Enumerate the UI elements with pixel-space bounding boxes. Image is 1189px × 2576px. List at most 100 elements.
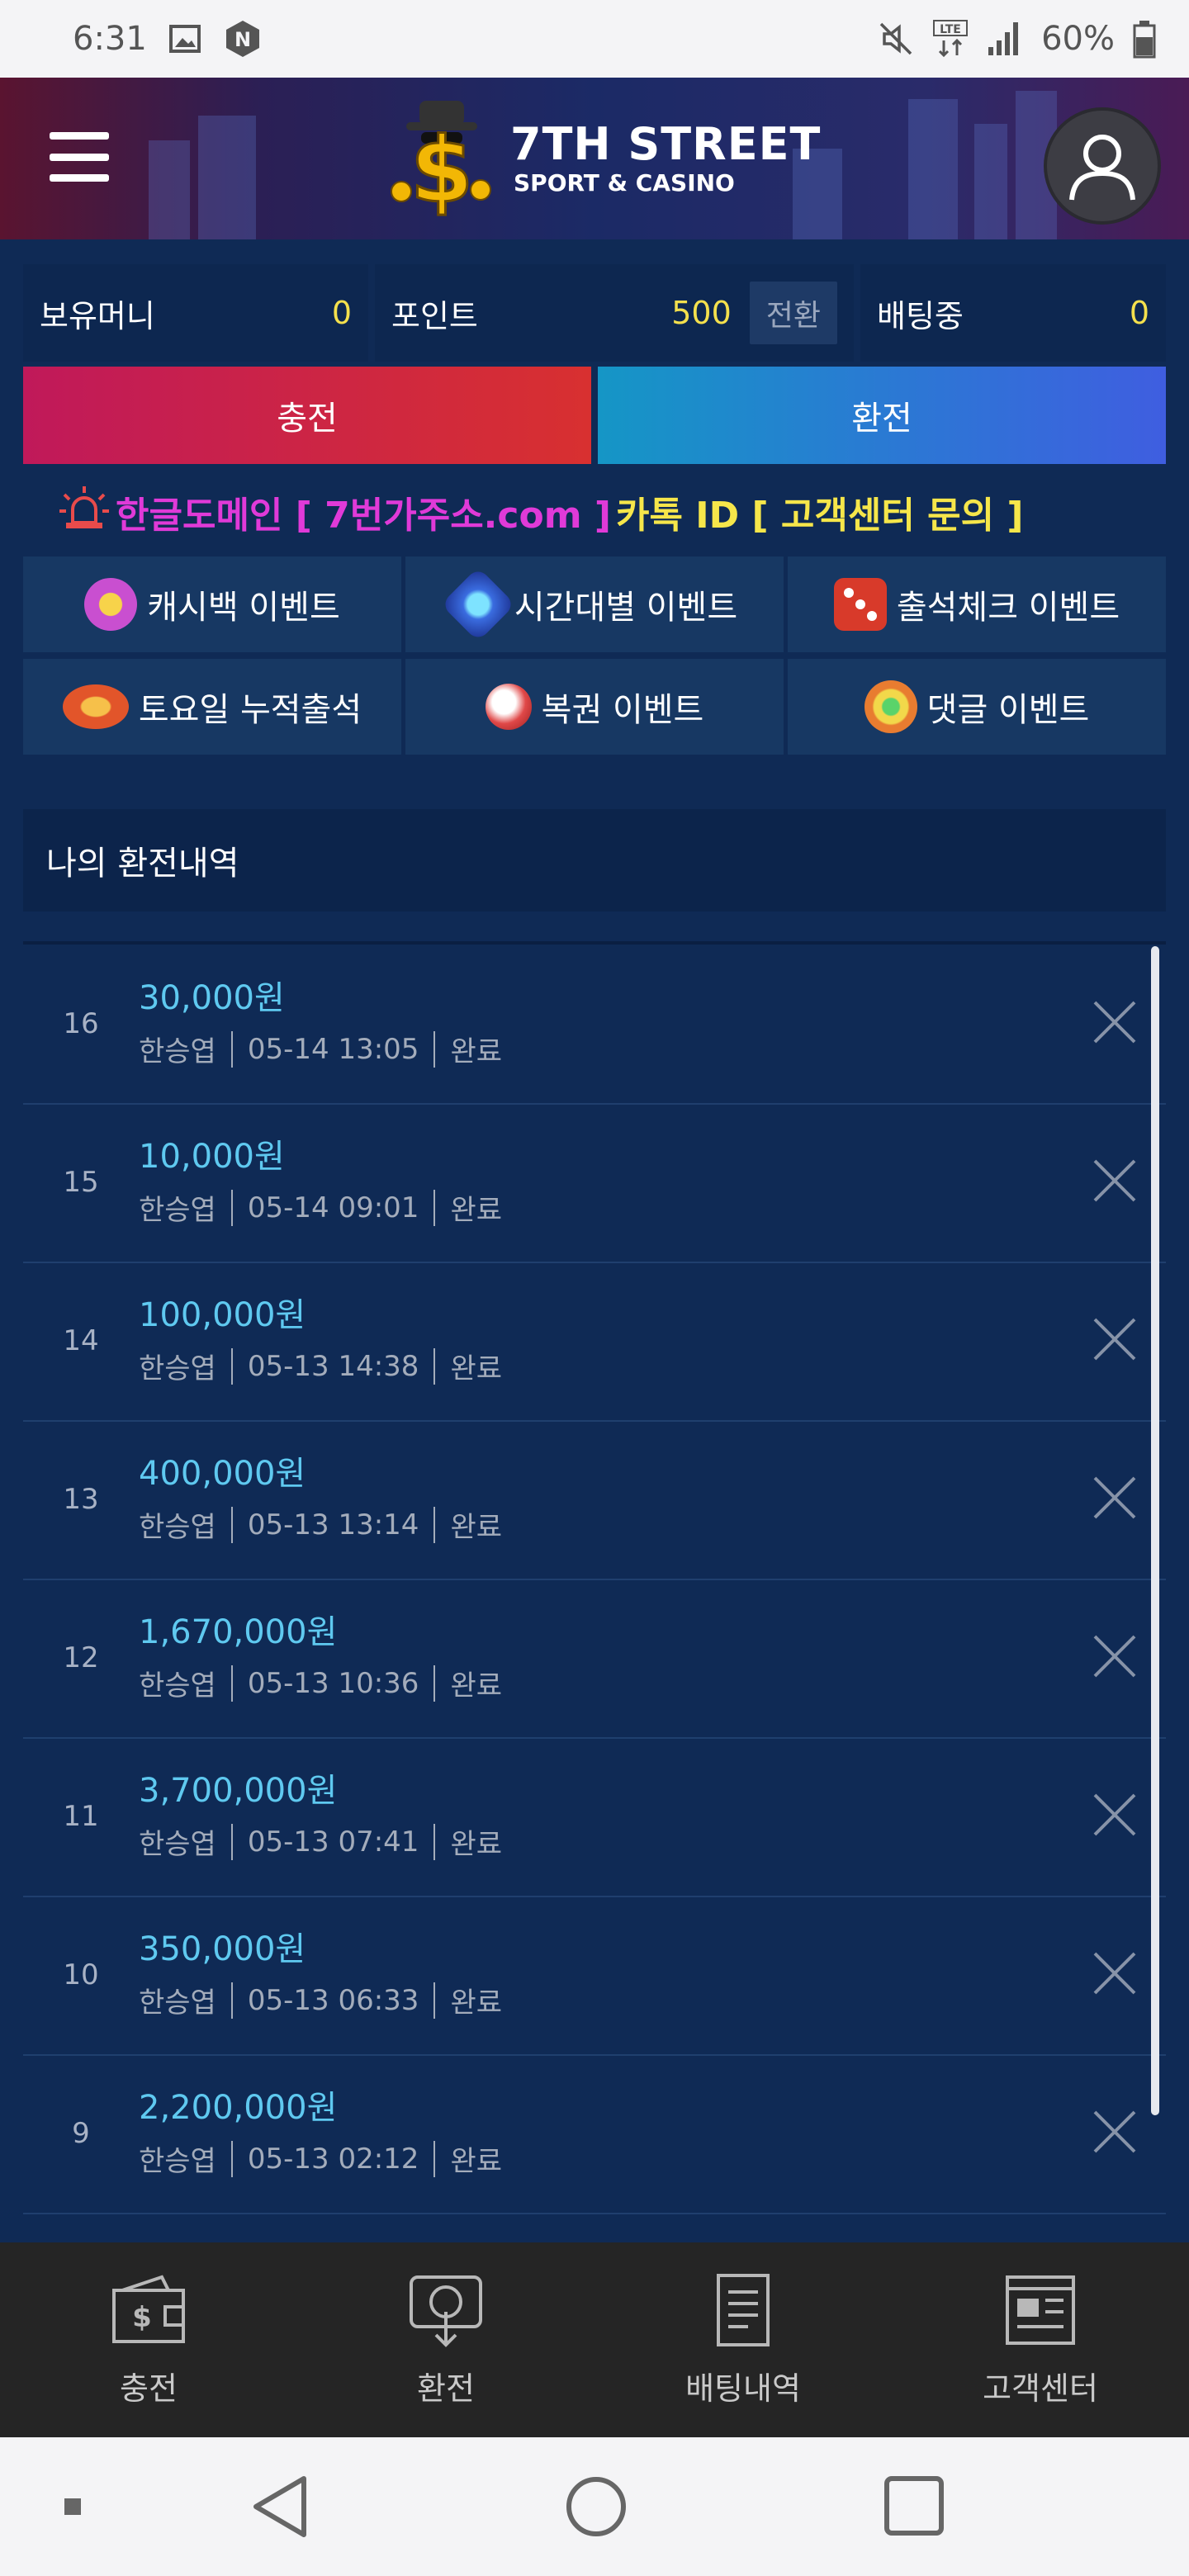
row-status: 완료 <box>450 1511 502 1544</box>
status-time: 6:31 <box>73 20 147 58</box>
siren-icon <box>58 483 111 542</box>
naver-icon: N <box>223 19 263 59</box>
betting-balance: 배팅중 0 <box>860 264 1166 362</box>
row-name: 한승엽 <box>139 1669 216 1702</box>
row-number: 13 <box>63 1483 99 1516</box>
menu-button[interactable] <box>50 132 109 182</box>
svg-text:$: $ <box>410 117 474 220</box>
close-icon[interactable] <box>1088 1630 1141 1683</box>
history-header: 나의 환전내역 <box>23 809 1166 912</box>
row-name: 한승엽 <box>139 1986 216 2020</box>
row-number: 16 <box>63 1007 99 1040</box>
exchange-button[interactable]: 환전 <box>598 367 1166 464</box>
nav-label: 배팅내역 <box>685 2370 801 2407</box>
event-label: 시간대별 이벤트 <box>514 589 738 627</box>
kakao-notice[interactable]: 카톡 ID [ 고객센터 문의 ] <box>616 485 1024 538</box>
table-row[interactable]: 16 30,000원 한승엽 05-14 13:05 완료 <box>23 946 1166 1105</box>
event-attendance[interactable]: 출석체크 이벤트 <box>788 556 1166 652</box>
back-icon[interactable] <box>253 2476 306 2537</box>
event-grid: 캐시백 이벤트 시간대별 이벤트 출석체크 이벤트 토요일 누적출석 복권 이벤… <box>23 556 1166 755</box>
close-icon[interactable] <box>1088 1947 1141 2000</box>
nav-label: 고객센터 <box>983 2370 1098 2407</box>
svg-text:N: N <box>234 28 251 51</box>
home-icon[interactable] <box>566 2477 626 2536</box>
row-amount: 10,000원 <box>139 1138 285 1176</box>
row-number: 11 <box>63 1800 99 1833</box>
nav-customer-center[interactable]: 고객센터 <box>892 2242 1189 2437</box>
charge-button[interactable]: 충전 <box>23 367 591 464</box>
row-datetime: 05-13 07:41 <box>247 1825 419 1859</box>
scrollbar[interactable] <box>1151 946 1159 2115</box>
table-row[interactable]: 10 350,000원 한승엽 05-13 06:33 완료 <box>23 1897 1166 2056</box>
event-label: 댓글 이벤트 <box>926 691 1090 729</box>
charge-exchange-row: 충전 환전 <box>23 367 1166 464</box>
row-name: 한승엽 <box>139 1352 216 1385</box>
close-icon[interactable] <box>1088 1154 1141 1207</box>
event-cashback[interactable]: 캐시백 이벤트 <box>23 556 401 652</box>
row-datetime: 05-13 14:38 <box>247 1349 419 1383</box>
table-row[interactable]: 15 10,000원 한승엽 05-14 09:01 완료 <box>23 1105 1166 1263</box>
notice-banner: 한글도메인 [ 7번가주소.com ] 카톡 ID [ 고객센터 문의 ] <box>58 482 1024 542</box>
money-label: 보유머니 <box>40 297 155 334</box>
system-navigation-bar <box>0 2437 1189 2576</box>
row-number: 10 <box>63 1958 99 1991</box>
close-icon[interactable] <box>1088 2105 1141 2158</box>
row-number: 15 <box>63 1166 99 1199</box>
history-list: 16 30,000원 한승엽 05-14 13:05 완료 15 10,000원 한… <box>23 946 1166 2214</box>
event-label: 토요일 누적출석 <box>138 691 362 729</box>
close-icon[interactable] <box>1088 1313 1141 1366</box>
row-datetime: 05-13 02:12 <box>247 2142 419 2176</box>
event-label: 캐시백 이벤트 <box>147 589 340 627</box>
table-row[interactable]: 14 100,000원 한승엽 05-13 14:38 완료 <box>23 1263 1166 1422</box>
svg-text:LTE: LTE <box>940 23 961 36</box>
row-datetime: 05-14 13:05 <box>247 1032 419 1066</box>
battery-percent: 60% <box>1041 20 1115 58</box>
time-gem-icon <box>440 566 516 642</box>
recents-icon[interactable] <box>884 2476 944 2536</box>
point-label: 포인트 <box>391 297 478 334</box>
svg-text:$: $ <box>132 2301 152 2334</box>
event-time[interactable]: 시간대별 이벤트 <box>405 556 784 652</box>
event-label: 복권 이벤트 <box>541 691 704 729</box>
row-status: 완료 <box>450 1035 502 1068</box>
dice-icon <box>833 578 887 631</box>
event-saturday[interactable]: 토요일 누적출석 <box>23 659 401 755</box>
nav-label: 충전 <box>120 2370 178 2407</box>
battery-icon <box>1133 19 1156 59</box>
event-label: 출석체크 이벤트 <box>896 589 1120 627</box>
app-header: $ 7TH STREET SPORT & CASINO <box>0 78 1189 239</box>
nav-charge[interactable]: $ 충전 <box>0 2242 297 2437</box>
event-lottery[interactable]: 복권 이벤트 <box>405 659 784 755</box>
convert-point-button[interactable]: 전환 <box>749 282 837 344</box>
row-datetime: 05-13 06:33 <box>247 1983 419 2017</box>
close-icon[interactable] <box>1088 996 1141 1049</box>
domain-notice[interactable]: 한글도메인 [ 7번가주소.com ] <box>116 485 611 538</box>
table-row[interactable]: 12 1,670,000원 한승엽 05-13 10:36 완료 <box>23 1580 1166 1739</box>
point-value: 500 <box>671 295 732 331</box>
nav-exchange[interactable]: 환전 <box>297 2242 594 2437</box>
row-datetime: 05-14 09:01 <box>247 1191 419 1224</box>
money-value: 0 <box>331 295 352 331</box>
close-icon[interactable] <box>1088 1471 1141 1524</box>
row-status: 완료 <box>450 1669 502 1702</box>
event-comment[interactable]: 댓글 이벤트 <box>788 659 1166 755</box>
nav-dot-icon <box>64 2498 81 2515</box>
table-row[interactable]: 11 3,700,000원 한승엽 05-13 07:41 완료 <box>23 1739 1166 1897</box>
history-title: 나의 환전내역 <box>46 845 239 883</box>
document-icon <box>717 2273 770 2346</box>
nav-betting-history[interactable]: 배팅내역 <box>594 2242 892 2437</box>
table-row[interactable]: 9 2,200,000원 한승엽 05-13 02:12 완료 <box>23 2056 1166 2214</box>
signal-icon <box>987 21 1023 57</box>
table-row[interactable]: 13 400,000원 한승엽 05-13 13:14 완료 <box>23 1422 1166 1580</box>
row-name: 한승엽 <box>139 2145 216 2178</box>
chip-icon <box>62 684 129 729</box>
gallery-icon <box>168 22 201 55</box>
row-status: 완료 <box>450 2145 502 2178</box>
brand-logo[interactable]: $ 7TH STREET SPORT & CASINO <box>388 96 821 225</box>
wallet-icon: $ <box>112 2275 185 2343</box>
user-avatar-button[interactable] <box>1044 107 1161 225</box>
close-icon[interactable] <box>1088 1788 1141 1841</box>
row-datetime: 05-13 10:36 <box>247 1666 419 1700</box>
row-status: 완료 <box>450 1194 502 1227</box>
status-bar: 6:31 N LTE 60% <box>0 0 1189 78</box>
